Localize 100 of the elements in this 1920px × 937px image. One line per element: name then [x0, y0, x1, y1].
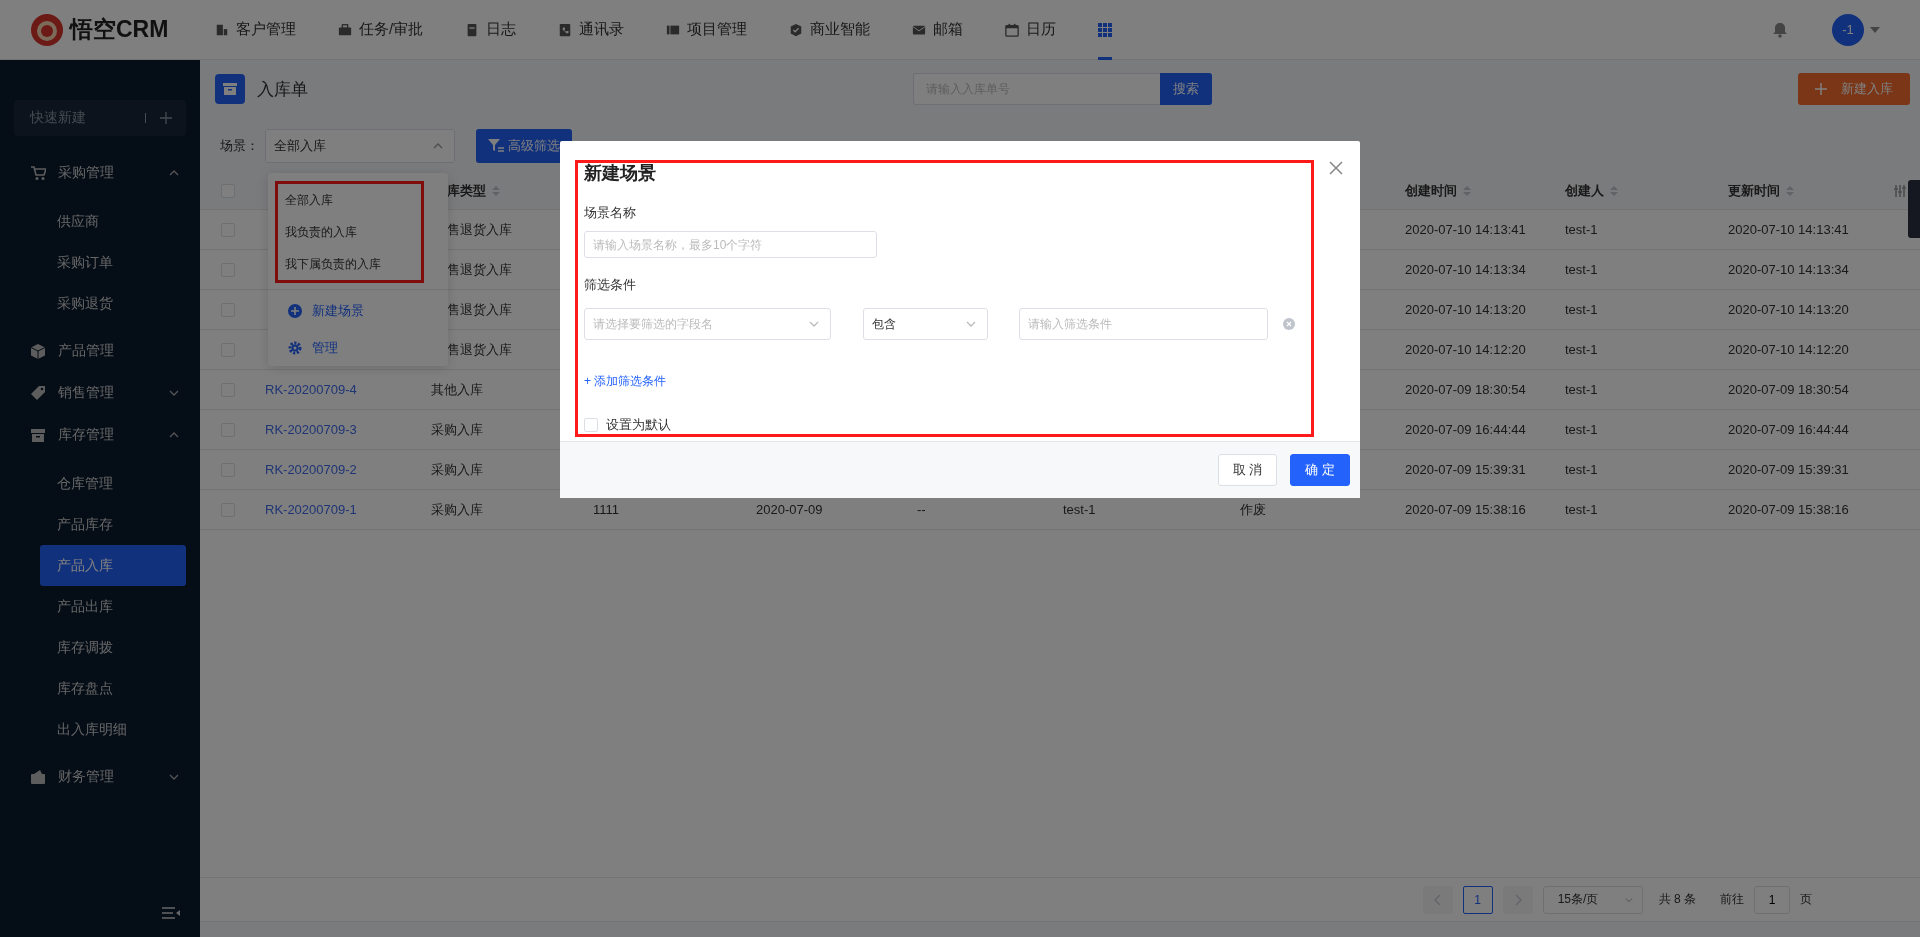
sidebar-item[interactable]: 供应商 [40, 201, 186, 242]
search-button[interactable]: 搜索 [1160, 73, 1212, 105]
column-header[interactable]: 更新时间 [1728, 182, 1780, 200]
sidebar-item[interactable]: 出入库明细 [40, 709, 186, 750]
scene-option[interactable]: 我下属负责的入库 [278, 248, 421, 280]
table-cell: test-1 [1063, 502, 1096, 517]
scene-action[interactable]: 新建场景 [268, 292, 448, 329]
table-cell: test-1 [1565, 502, 1598, 517]
record-link[interactable]: RK-20200709-4 [265, 382, 357, 397]
nav-tab[interactable]: 客户管理 [215, 0, 296, 60]
nav-tab[interactable]: 商业智能 [789, 0, 871, 60]
table-cell: 2020-07-10 14:12:20 [1405, 342, 1526, 357]
operator-select[interactable]: 包含 [863, 308, 988, 340]
sidebar-menu-item[interactable]: 销售管理 [0, 372, 200, 414]
table-cell: 售退货入库 [447, 300, 512, 319]
page-title: 入库单 [257, 78, 308, 101]
user-avatar[interactable]: -1 [1832, 13, 1864, 46]
next-page-button[interactable] [1502, 885, 1533, 914]
scene-label: 场景： [220, 137, 259, 155]
page-suffix: 页 [1800, 891, 1812, 908]
column-header[interactable]: 创建人 [1565, 182, 1604, 200]
sort-icon[interactable] [1610, 185, 1618, 197]
archive-icon [30, 427, 46, 443]
sidebar-item[interactable]: 采购订单 [40, 242, 186, 283]
sort-icon[interactable] [1463, 185, 1471, 197]
sidebar-item[interactable]: 库存调拨 [40, 627, 186, 668]
side-widget-icon[interactable] [1908, 180, 1920, 238]
close-button[interactable] [1329, 161, 1343, 175]
nav-tab[interactable]: 日历 [1005, 0, 1057, 60]
sidebar-item[interactable]: 库存盘点 [40, 668, 186, 709]
logo-text: 悟空CRM [70, 15, 169, 44]
new-button[interactable]: 新建入库 [1798, 73, 1910, 105]
scene-select[interactable]: 全部入库 [265, 129, 455, 163]
page-size-select[interactable]: 15条/页 [1542, 885, 1643, 914]
table-cell: 作废 [1240, 500, 1266, 519]
checkbox-label: 设置为默认 [606, 416, 671, 434]
add-circle-icon [288, 303, 302, 318]
column-header[interactable]: 创建时间 [1405, 182, 1457, 200]
nav-tab[interactable]: 任务/审批 [338, 0, 424, 60]
record-link[interactable]: RK-20200709-2 [265, 462, 357, 477]
sidebar-item[interactable]: 产品库存 [40, 504, 186, 545]
bell-icon[interactable] [1772, 21, 1788, 38]
table-cell: -- [917, 502, 926, 517]
sidebar-menu-item[interactable]: 库存管理 [0, 414, 200, 456]
sidebar-menu-item[interactable]: 采购管理 [0, 152, 200, 194]
table-cell: 采购入库 [431, 460, 483, 479]
cube-icon [30, 343, 46, 359]
sidebar-menu-item[interactable]: 产品管理 [0, 330, 200, 372]
confirm-button[interactable]: 确 定 [1290, 454, 1350, 486]
building-icon [215, 22, 229, 37]
goto-page-field[interactable]: 1 [1754, 885, 1790, 914]
scene-option[interactable]: 全部入库 [278, 184, 421, 216]
nav-tab[interactable]: 项目管理 [666, 0, 748, 60]
sort-icon[interactable] [1786, 185, 1794, 197]
table-cell: 采购入库 [431, 500, 483, 519]
clear-icon[interactable] [1283, 318, 1295, 330]
table-cell: 2020-07-10 14:13:34 [1728, 262, 1849, 277]
table-cell: 其他入库 [431, 380, 483, 399]
table-cell: 2020-07-09 16:44:44 [1405, 422, 1526, 437]
table-cell: 2020-07-09 15:38:16 [1728, 502, 1849, 517]
table-cell: 2020-07-09 15:39:31 [1405, 462, 1526, 477]
sidebar-item[interactable]: 产品出库 [40, 586, 186, 627]
nav-tab[interactable]: 通讯录 [558, 0, 625, 60]
table-cell: 2020-07-09 16:44:44 [1728, 422, 1849, 437]
column-settings-icon[interactable] [1894, 185, 1906, 197]
total-count: 共 8 条 [1658, 891, 1696, 908]
condition-field[interactable]: 请输入筛选条件 [1019, 308, 1268, 340]
page-number[interactable]: 1 [1462, 885, 1493, 914]
caret-icon[interactable] [1870, 26, 1880, 33]
record-link[interactable]: RK-20200709-1 [265, 502, 357, 517]
cancel-button[interactable]: 取 消 [1217, 454, 1278, 486]
table-cell: 售退货入库 [447, 340, 512, 359]
plus-icon [1815, 83, 1827, 95]
scene-name-field[interactable]: 请输入场景名称，最多10个字符 [584, 231, 877, 258]
sidebar-item[interactable]: 产品入库 [40, 545, 186, 586]
sort-icon[interactable] [492, 185, 500, 197]
table-cell: 2020-07-09 18:30:54 [1728, 382, 1849, 397]
advanced-filter-button[interactable]: 高级筛选 [476, 129, 572, 163]
checkbox[interactable] [584, 418, 598, 432]
tag-icon [30, 385, 46, 401]
add-condition-link[interactable]: + 添加筛选条件 [584, 373, 667, 390]
scene-option[interactable]: 我负责的入库 [278, 216, 421, 248]
table-cell: test-1 [1565, 462, 1598, 477]
chevron-down-icon [966, 321, 976, 327]
table-cell: test-1 [1565, 222, 1598, 237]
nav-tab[interactable]: 日志 [465, 0, 517, 60]
record-link[interactable]: RK-20200709-3 [265, 422, 357, 437]
sidebar-item[interactable]: 采购退货 [40, 283, 186, 324]
settings-icon [288, 340, 302, 355]
table-cell: 2020-07-09 15:39:31 [1728, 462, 1849, 477]
previous-page-button[interactable] [1422, 885, 1453, 914]
collapse-menu-icon[interactable] [162, 907, 180, 919]
sidebar-menu-item[interactable]: 财务管理 [0, 756, 200, 798]
nav-tab[interactable]: 邮箱 [912, 0, 964, 60]
column-header[interactable]: 库类型 [447, 182, 486, 200]
sidebar-item[interactable]: 仓库管理 [40, 463, 186, 504]
table-cell: 2020-07-10 14:13:41 [1405, 222, 1526, 237]
goto-label: 前往 [1720, 891, 1744, 908]
field-select[interactable]: 请选择要筛选的字段名 [584, 308, 831, 340]
scene-action[interactable]: 管理 [268, 329, 448, 366]
